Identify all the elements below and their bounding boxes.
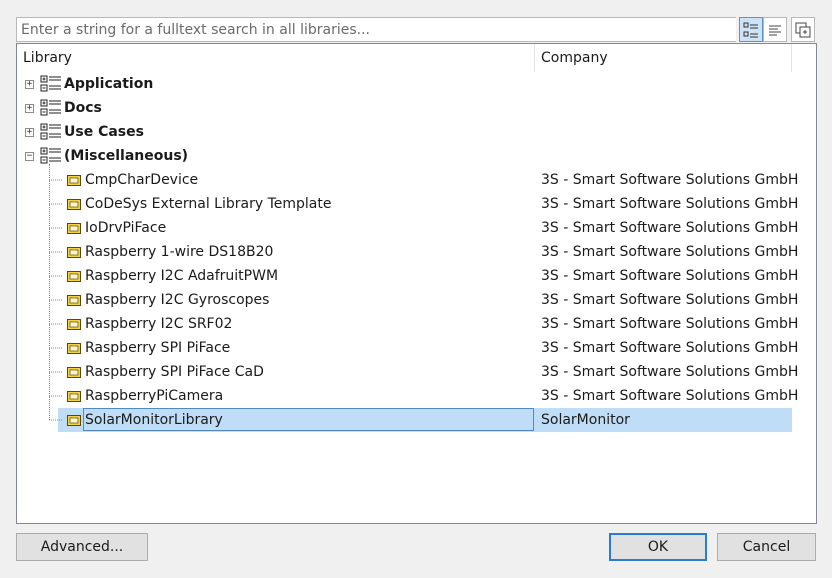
library-name: Raspberry I2C AdafruitPWM (85, 268, 279, 284)
library-company: 3S - Smart Software Solutions GmbH (541, 316, 799, 332)
tree-branch-line (49, 323, 63, 325)
column-header-library[interactable]: Library (17, 44, 535, 72)
library-icon (67, 199, 81, 210)
flat-list-icon (769, 25, 781, 35)
library-icon (67, 247, 81, 258)
category-folder-icon (40, 75, 61, 92)
tree-branch-line (49, 371, 63, 373)
library-company: 3S - Smart Software Solutions GmbH (541, 268, 799, 284)
expand-plus-icon[interactable]: + (25, 128, 34, 137)
library-company: SolarMonitor (541, 412, 630, 428)
flat-view-button[interactable] (763, 17, 787, 42)
copy-expand-icon (795, 22, 811, 37)
library-row[interactable]: SolarMonitorLibrary SolarMonitor (17, 408, 816, 432)
tree-branch-line (49, 395, 63, 397)
advanced-button[interactable]: Advanced... (16, 533, 148, 561)
library-row[interactable]: CmpCharDevice 3S - Smart Software Solutio… (17, 168, 816, 192)
library-icon (67, 295, 81, 306)
tree-category-miscellaneous[interactable]: − (Miscellaneous) (17, 144, 816, 168)
category-view-icon (743, 22, 758, 37)
library-row[interactable]: CoDeSys External Library Template 3S - Sm… (17, 192, 816, 216)
category-folder-icon (40, 123, 61, 140)
column-header-company[interactable]: Company (535, 44, 792, 72)
expand-plus-icon[interactable]: + (25, 104, 34, 113)
category-view-button[interactable] (739, 17, 763, 42)
category-folder-icon (40, 99, 61, 116)
library-company: 3S - Smart Software Solutions GmbH (541, 220, 799, 236)
library-name: Raspberry I2C SRF02 (85, 316, 233, 332)
library-name: Raspberry 1-wire DS18B20 (85, 244, 274, 260)
library-row[interactable]: IoDrvPiFace 3S - Smart Software Solutions… (17, 216, 816, 240)
library-name: Raspberry SPI PiFace (85, 340, 231, 356)
library-company: 3S - Smart Software Solutions GmbH (541, 292, 799, 308)
library-name: CmpCharDevice (85, 172, 199, 188)
library-row[interactable]: RaspberryPiCamera 3S - Smart Software Sol… (17, 384, 816, 408)
cancel-button[interactable]: Cancel (717, 533, 816, 561)
library-icon (67, 319, 81, 330)
library-row[interactable]: Raspberry I2C SRF02 3S - Smart Software S… (17, 312, 816, 336)
library-company: 3S - Smart Software Solutions GmbH (541, 196, 799, 212)
library-name: SolarMonitorLibrary (85, 412, 223, 428)
tree-branch-line (49, 227, 63, 229)
library-icon (67, 175, 81, 186)
tree-branch-line (49, 419, 63, 421)
tree-category-label: Application (64, 76, 154, 92)
tree-branch-line (49, 251, 63, 253)
tree-branch-line (49, 179, 63, 181)
library-name: Raspberry SPI PiFace CaD (85, 364, 264, 380)
tree-branch-line (49, 203, 63, 205)
tree-branch-line (49, 347, 63, 349)
category-folder-icon (40, 147, 61, 164)
library-company: 3S - Smart Software Solutions GmbH (541, 244, 799, 260)
library-name: CoDeSys External Library Template (85, 196, 332, 212)
library-company: 3S - Smart Software Solutions GmbH (541, 388, 799, 404)
library-row[interactable]: Raspberry SPI PiFace 3S - Smart Software … (17, 336, 816, 360)
library-icon (67, 343, 81, 354)
library-icon (67, 271, 81, 282)
tree-category-label: Use Cases (64, 124, 144, 140)
ok-button[interactable]: OK (609, 533, 707, 561)
library-company: 3S - Smart Software Solutions GmbH (541, 364, 799, 380)
tree-category-docs[interactable]: + Docs (17, 96, 816, 120)
library-name: IoDrvPiFace (85, 220, 167, 236)
library-company: 3S - Smart Software Solutions GmbH (541, 340, 799, 356)
fulltext-search-input[interactable] (16, 17, 736, 42)
library-icon (67, 223, 81, 234)
library-name: Raspberry I2C Gyroscopes (85, 292, 270, 308)
library-row[interactable]: Raspberry I2C AdafruitPWM 3S - Smart Soft… (17, 264, 816, 288)
tree-category-label: (Miscellaneous) (64, 148, 189, 164)
library-company: 3S - Smart Software Solutions GmbH (541, 172, 799, 188)
library-row[interactable]: Raspberry 1-wire DS18B20 3S - Smart Softw… (17, 240, 816, 264)
expand-all-button[interactable] (791, 17, 815, 42)
expand-plus-icon[interactable]: + (25, 80, 34, 89)
library-icon (67, 391, 81, 402)
library-row[interactable]: Raspberry SPI PiFace CaD 3S - Smart Softw… (17, 360, 816, 384)
library-name: RaspberryPiCamera (85, 388, 224, 404)
column-header: Library Company (17, 44, 816, 72)
library-icon (67, 367, 81, 378)
tree-category-label: Docs (64, 100, 102, 116)
tree-branch-line (49, 275, 63, 277)
tree-branch-line (49, 299, 63, 301)
collapse-minus-icon[interactable]: − (25, 152, 34, 161)
library-tree-panel[interactable]: Library Company + Application + Docs + U… (16, 43, 817, 524)
tree-category-use-cases[interactable]: + Use Cases (17, 120, 816, 144)
library-row[interactable]: Raspberry I2C Gyroscopes 3S - Smart Softw… (17, 288, 816, 312)
tree-category-application[interactable]: + Application (17, 72, 816, 96)
library-icon (67, 415, 81, 426)
